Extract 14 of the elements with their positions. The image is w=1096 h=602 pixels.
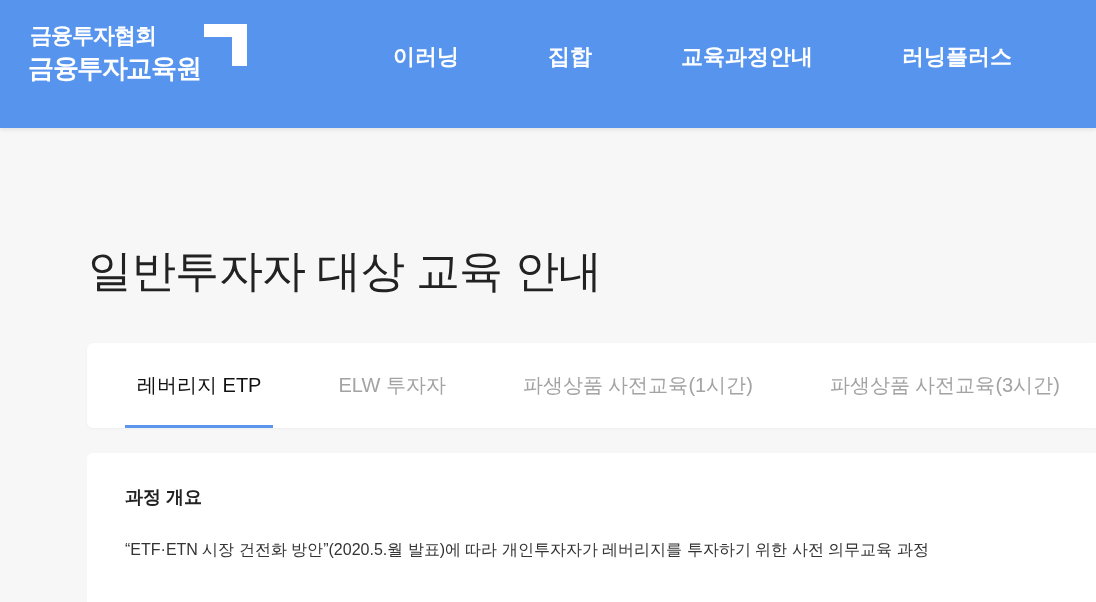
logo-text: 금융투자교육원 bbox=[28, 52, 201, 85]
tab[interactable]: ELW 투자자 bbox=[326, 342, 458, 428]
section-text: “ETF·ETN 시장 건전화 방안”(2020.5.월 발표)에 따라 개인투자자가 레버리지를 투자하기 위한 사전 의무교육 과정 bbox=[125, 540, 930, 561]
logo-mark-icon bbox=[204, 24, 247, 66]
nav-link[interactable]: 이러닝 bbox=[393, 40, 459, 73]
tab[interactable]: 레버리지 ETP bbox=[125, 342, 274, 428]
tab[interactable]: 파생상품 사전교육(1시간) bbox=[510, 342, 765, 428]
nav-link[interactable]: 집합 bbox=[548, 40, 592, 73]
page-title: 일반투자자 대상 교육 안내 bbox=[88, 245, 603, 297]
tab[interactable]: 파생상품 사전교육(3시간) bbox=[817, 342, 1072, 428]
section-title: 과정 개요 bbox=[125, 486, 203, 509]
nav-link[interactable]: 러닝플러스 bbox=[902, 40, 1012, 73]
nav-link[interactable]: 교육과정안내 bbox=[681, 40, 813, 73]
logo-text: 금융투자협회 bbox=[29, 22, 157, 50]
